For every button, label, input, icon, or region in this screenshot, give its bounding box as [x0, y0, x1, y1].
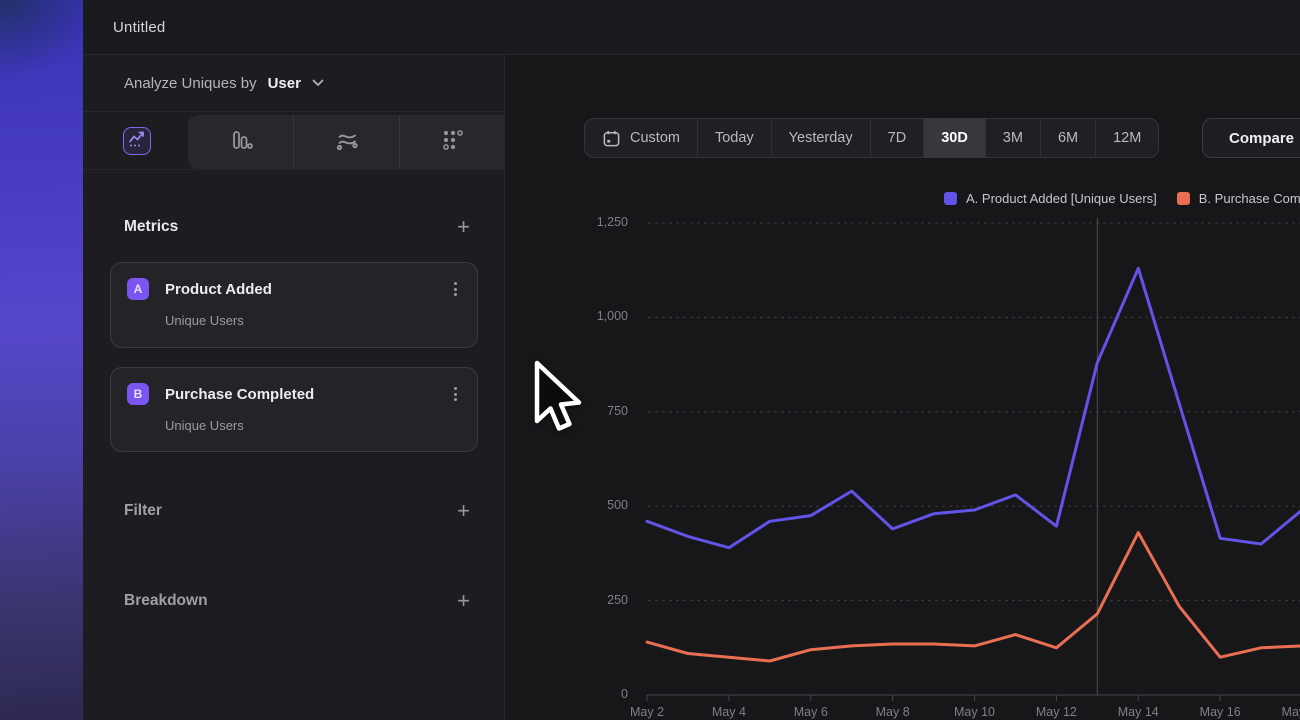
metrics-title: Metrics [124, 218, 178, 236]
metric-card-b[interactable]: B Purchase Completed Unique Users [110, 367, 478, 452]
chart-type-tabs [83, 112, 504, 170]
add-breakdown-button[interactable]: + [457, 591, 470, 611]
line-chart-icon [127, 129, 147, 154]
series-line [647, 533, 1300, 661]
filter-title: Filter [124, 502, 162, 520]
filter-row: Filter + [124, 497, 470, 525]
x-tick-label: May 18 [1282, 705, 1300, 719]
analyze-uniques-row: Analyze Uniques by User [83, 55, 504, 112]
metric-measure[interactable]: Unique Users [165, 313, 461, 328]
left-gradient-strip [0, 0, 83, 720]
bar-chart-icon [229, 128, 253, 157]
chevron-down-icon[interactable] [312, 79, 324, 87]
y-tick-label: 0 [573, 687, 628, 701]
x-tick-label: May 6 [794, 705, 828, 719]
tab-line-chart[interactable] [123, 127, 151, 155]
top-bar: Untitled [83, 0, 1300, 55]
report-title[interactable]: Untitled [113, 19, 165, 36]
metric-badge-a: A [127, 278, 149, 300]
x-tick-label: May 16 [1200, 705, 1241, 719]
x-tick-label: May 4 [712, 705, 746, 719]
chart-type-tab-group [188, 115, 505, 169]
x-tick-label: May 2 [630, 705, 664, 719]
metric-name: Product Added [165, 281, 450, 298]
metric-badge-b: B [127, 383, 149, 405]
chart-panel: Custom Today Yesterday 7D 30D 3M 6M 12M … [505, 55, 1300, 720]
app-window: Untitled Analyze Uniques by User [0, 0, 1300, 720]
kebab-menu-icon[interactable] [450, 278, 461, 300]
metrics-header-row: Metrics + [124, 213, 470, 241]
line-chart[interactable] [505, 55, 1300, 720]
metric-measure[interactable]: Unique Users [165, 418, 461, 433]
flows-icon [335, 128, 359, 157]
y-tick-label: 250 [573, 593, 628, 607]
mouse-cursor-icon [528, 360, 588, 447]
x-tick-label: May 12 [1036, 705, 1077, 719]
y-tick-label: 1,250 [573, 215, 628, 229]
add-filter-button[interactable]: + [457, 501, 470, 521]
kebab-menu-icon[interactable] [450, 383, 461, 405]
analyze-by-dropdown[interactable]: User [268, 75, 301, 92]
tab-dots-grid[interactable] [399, 115, 505, 169]
y-tick-label: 1,000 [573, 309, 628, 323]
x-tick-label: May 14 [1118, 705, 1159, 719]
analyze-prefix-label: Analyze Uniques by [124, 75, 257, 92]
y-tick-label: 500 [573, 498, 628, 512]
breakdown-title: Breakdown [124, 592, 208, 610]
metric-name: Purchase Completed [165, 386, 450, 403]
add-metric-button[interactable]: + [457, 217, 470, 237]
breakdown-row: Breakdown + [124, 587, 470, 615]
x-tick-label: May 10 [954, 705, 995, 719]
tab-bar-chart[interactable] [188, 115, 293, 169]
x-tick-label: May 8 [876, 705, 910, 719]
dots-grid-icon [441, 128, 465, 157]
metric-card-a[interactable]: A Product Added Unique Users [110, 262, 478, 348]
sidebar: Analyze Uniques by User [83, 55, 505, 720]
tab-flows[interactable] [293, 115, 399, 169]
